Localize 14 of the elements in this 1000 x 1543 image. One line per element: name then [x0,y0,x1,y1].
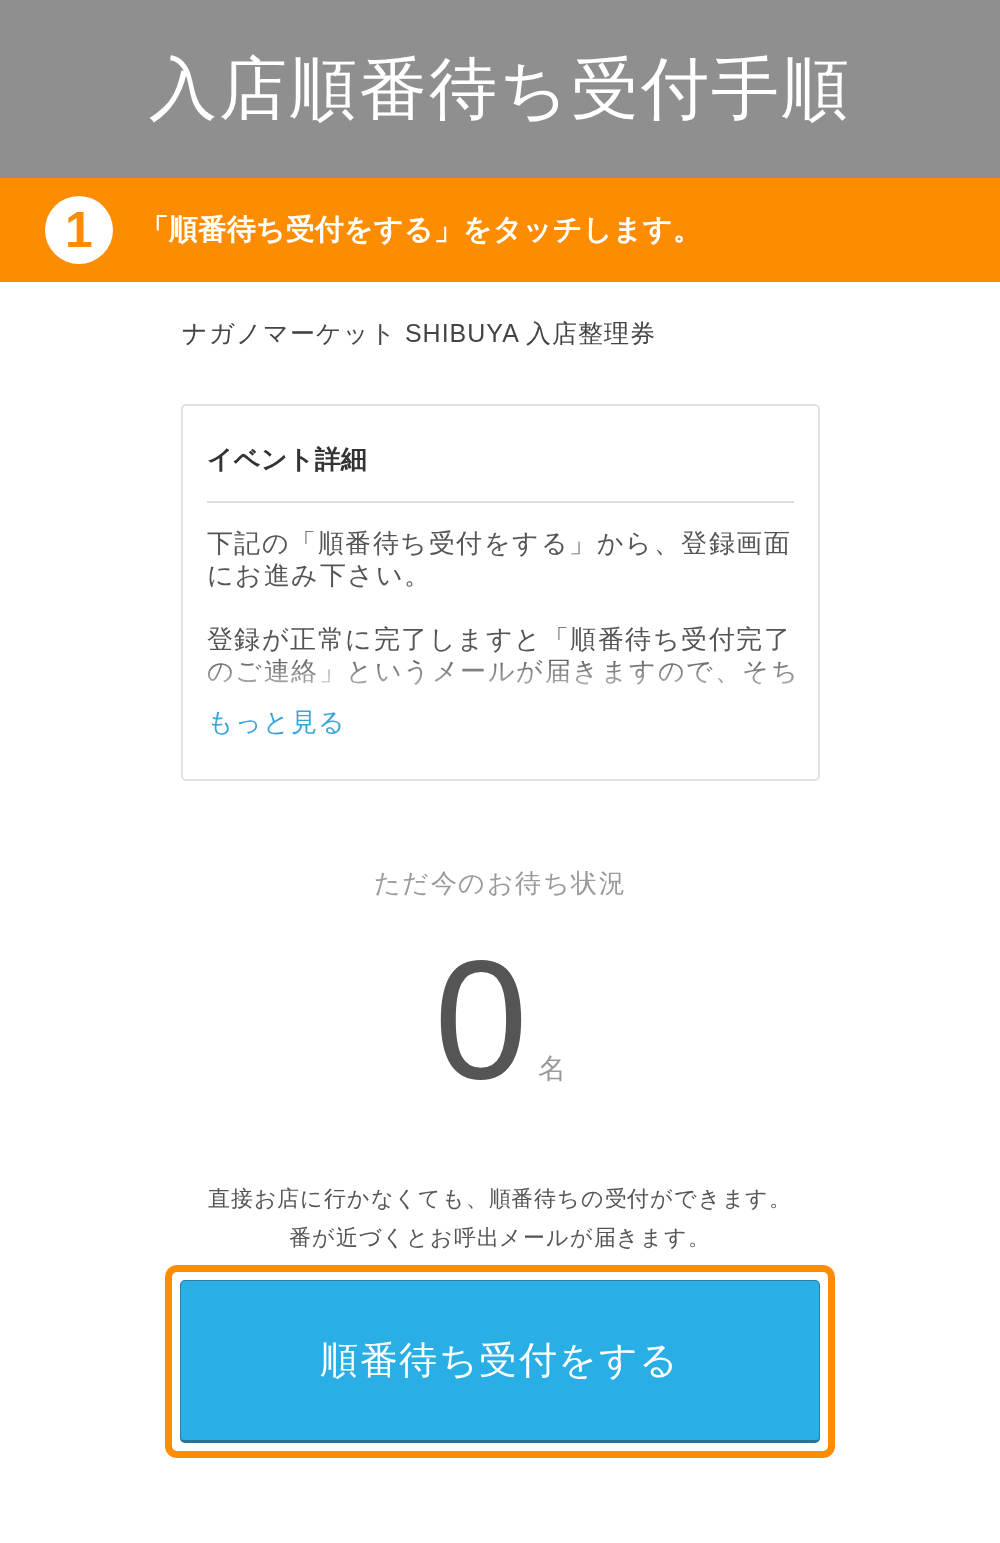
card-title: イベント詳細 [206,443,367,476]
count-unit: 名 [537,1055,566,1083]
step-number-badge: 1 [45,196,113,264]
waiting-status-label: ただ今のお待ち状況 [373,867,627,900]
more-link[interactable]: もっと見る [206,705,346,739]
description-paragraph: 登録が正常に完了しますと「順番待ち受付完了のご連絡」というメールが届きますので、そち [206,623,800,687]
waiting-count: 0 [434,936,528,1104]
ticket-title: ナガノマーケット SHIBUYA 入店整理券 [182,318,657,349]
description-paragraph: 下記の「順番待ち受付をする」から、登録画面にお進み下さい。 [206,527,792,591]
info-note: 直接お店に行かなくても、順番待ちの受付ができます。 [208,1185,792,1213]
page-title: 入店順番待ち受付手順 [149,49,851,129]
join-queue-button[interactable]: 順番待ち受付をする [180,1280,820,1443]
step-instruction: 「順番待ち受付をする」をタッチします。 [140,212,702,248]
info-note: 番が近づくとお呼出メールが届きます。 [289,1224,711,1252]
